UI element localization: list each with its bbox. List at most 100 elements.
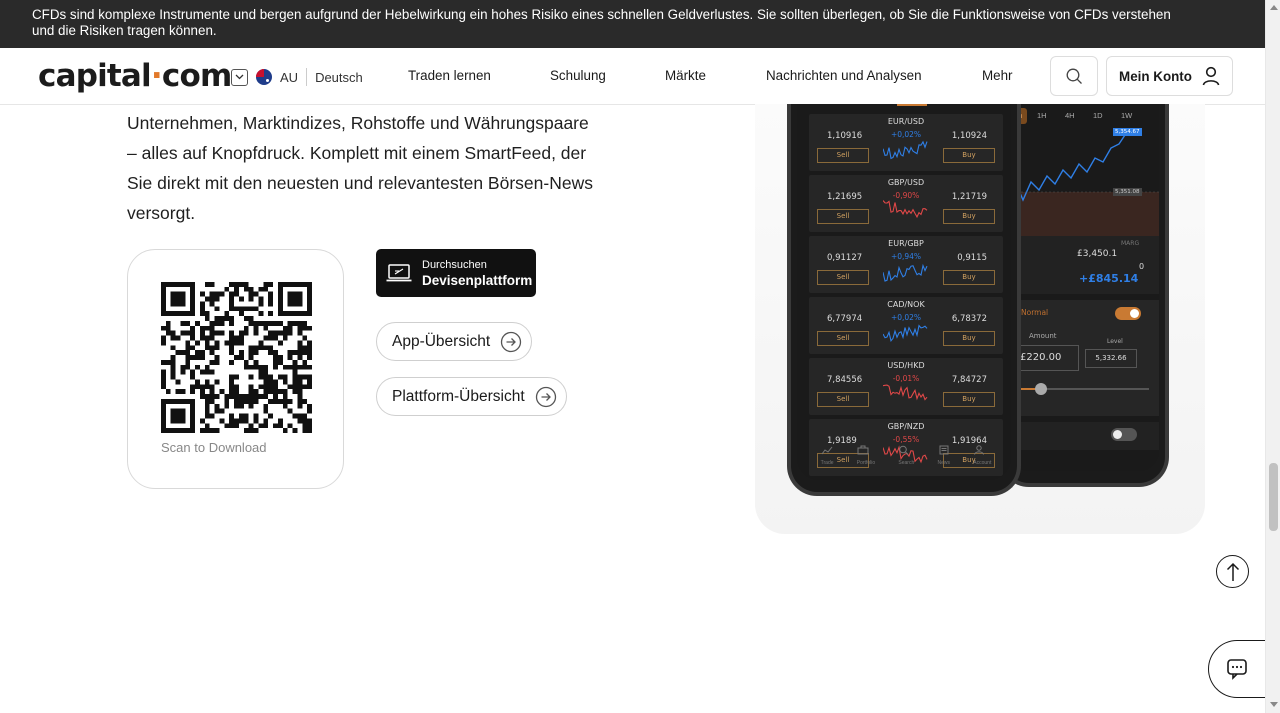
balance-value: £3,450.1 <box>1077 249 1118 259</box>
qr-code-image <box>161 282 312 433</box>
store-button-small-text: Durchsuchen <box>422 259 487 271</box>
currency-pair-row: USD/HKD -0,01% 7,84556 7,84727 Sell Buy <box>809 358 1003 415</box>
bottom-tab-bar: Trade Portfolio Search News Account <box>809 442 1003 466</box>
right-phone-screen: 5m 1H 4H 1D 1W 5,354.67 5,351.08 MARG £3… <box>1009 104 1159 471</box>
pnl-value: +£845.14 <box>1079 272 1139 285</box>
timeframe-4h: 4H <box>1065 111 1075 120</box>
app-overview-label: App-Übersicht <box>392 332 491 350</box>
locale-selector[interactable]: AU Deutsch <box>231 67 363 87</box>
search-icon <box>899 445 909 455</box>
left-phone: EUR/USD +0,02% 1,10916 1,10924 Sell Buy GBP/US… <box>787 104 1021 496</box>
logo-text-left: capital <box>38 58 152 94</box>
paragraph-line: Sie direkt mit den neuesten und relevant… <box>127 173 593 193</box>
capital-com-logo[interactable]: capital·com <box>38 58 232 94</box>
live-chat-button[interactable] <box>1208 640 1268 698</box>
buy-button: Buy <box>943 270 995 285</box>
amount-field: £220.00 <box>1013 345 1079 371</box>
chat-bubble-icon <box>1227 659 1247 680</box>
tab-news-label: News <box>937 460 951 466</box>
price-chart <box>1009 131 1159 236</box>
buy-price: 6,78372 <box>951 314 987 324</box>
language-label[interactable]: Deutsch <box>315 70 363 85</box>
store-button-main-text: Devisenplattform <box>422 273 533 288</box>
level-field: 5,332.66 <box>1085 349 1137 368</box>
buy-price: 1,10924 <box>951 131 987 141</box>
sell-button: Sell <box>817 392 869 407</box>
buy-price: 0,9115 <box>957 253 987 263</box>
risk-warning-banner: CFDs sind komplexe Instrumente und berge… <box>0 0 1265 48</box>
scroll-to-top-button[interactable] <box>1216 555 1249 588</box>
pair-name: EUR/GBP <box>888 239 924 248</box>
tab-trade: Trade <box>821 442 834 466</box>
sparkline <box>883 324 928 343</box>
tab-trade-label: Trade <box>820 460 834 466</box>
pair-name: USD/HKD <box>887 361 925 370</box>
australia-flag-icon <box>256 69 272 85</box>
arrow-right-circle-icon <box>501 331 522 352</box>
nav-traden-lernen[interactable]: Traden lernen <box>408 68 491 83</box>
qr-download-card: Scan to Download <box>127 249 344 489</box>
tab-search: Search <box>898 442 914 466</box>
sell-button: Sell <box>817 331 869 346</box>
search-button[interactable] <box>1050 56 1098 96</box>
user-icon <box>974 445 985 455</box>
risk-warning-line-2: und die Risiken tragen können. <box>32 23 217 38</box>
currency-pair-row: CAD/NOK +0,02% 6,77974 6,78372 Sell Buy <box>809 297 1003 354</box>
order-mode-toggle <box>1115 307 1141 320</box>
amount-slider-thumb <box>1035 383 1047 395</box>
logo-text-right: com <box>161 58 232 94</box>
phones-mockup-image: 5m 1H 4H 1D 1W 5,354.67 5,351.08 MARG £3… <box>745 104 1205 534</box>
buy-price: 1,21719 <box>951 192 987 202</box>
sell-price: 1,21695 <box>827 192 863 202</box>
page-scrollbar[interactable] <box>1265 0 1280 713</box>
zero-value: 0 <box>1139 262 1145 271</box>
browse-forex-platform-button[interactable]: Durchsuchen Devisenplattform <box>376 249 536 297</box>
scroll-down-arrow-icon[interactable] <box>1270 702 1278 707</box>
nav-maerkte[interactable]: Märkte <box>665 68 706 83</box>
currency-pair-row: EUR/USD +0,02% 1,10916 1,10924 Sell Buy <box>809 114 1003 171</box>
pair-name: GBP/NZD <box>887 422 925 431</box>
sparkline <box>883 200 928 219</box>
pair-name: GBP/USD <box>887 178 925 187</box>
arrow-right-circle-icon <box>535 386 556 407</box>
app-overview-button[interactable]: App-Übersicht <box>376 322 533 361</box>
locale-divider <box>306 68 308 86</box>
buy-price: 7,84727 <box>951 375 987 385</box>
qr-scan-label: Scan to Download <box>161 440 267 455</box>
level-label: Level <box>1107 338 1123 345</box>
buy-button: Buy <box>943 331 995 346</box>
paragraph-line: – alles auf Knopfdruck. Komplett mit ein… <box>127 143 587 163</box>
my-account-button[interactable]: Mein Konto <box>1106 56 1233 96</box>
tab-portfolio-label: Portfolio <box>856 460 876 466</box>
buy-button: Buy <box>943 209 995 224</box>
region-code: AU <box>280 69 299 85</box>
site-header: capital·com AU Deutsch Traden lernen Sch… <box>0 48 1265 105</box>
tab-portfolio: Portfolio <box>857 442 875 466</box>
left-phone-screen: EUR/USD +0,02% 1,10916 1,10924 Sell Buy GBP/US… <box>797 104 1011 480</box>
nav-schulung[interactable]: Schulung <box>550 68 606 83</box>
tab-search-label: Search <box>898 460 915 466</box>
timeframe-1d: 1D <box>1093 111 1103 120</box>
scroll-up-arrow-icon[interactable] <box>1270 5 1278 10</box>
nav-nachrichten-und-analysen[interactable]: Nachrichten und Analysen <box>766 68 922 83</box>
sparkline <box>883 140 928 160</box>
sell-button: Sell <box>817 148 869 163</box>
news-icon <box>939 445 948 455</box>
paragraph-line: Unternehmen, Marktindizes, Rohstoffe und… <box>127 113 589 133</box>
platform-overview-button[interactable]: Plattform-Übersicht <box>376 377 567 416</box>
sparkline <box>883 384 928 401</box>
stop-loss-toggle <box>1111 428 1137 441</box>
buy-button: Buy <box>943 148 995 163</box>
tab-news: News <box>937 442 951 466</box>
platform-overview-label: Plattform-Übersicht <box>392 387 525 405</box>
sell-price: 7,84556 <box>827 375 863 385</box>
tab-account: Account <box>973 442 991 466</box>
price-tag-current: 5,354.67 <box>1113 128 1142 136</box>
chevron-down-icon[interactable] <box>231 68 248 86</box>
scrollbar-thumb[interactable] <box>1269 463 1278 531</box>
pair-name: EUR/USD <box>887 117 925 126</box>
chart-line-icon <box>821 446 833 455</box>
currency-pair-row: EUR/GBP +0,94% 0,91127 0,9115 Sell Buy <box>809 236 1003 293</box>
nav-mehr[interactable]: Mehr <box>982 68 1013 83</box>
sell-button: Sell <box>817 270 869 285</box>
